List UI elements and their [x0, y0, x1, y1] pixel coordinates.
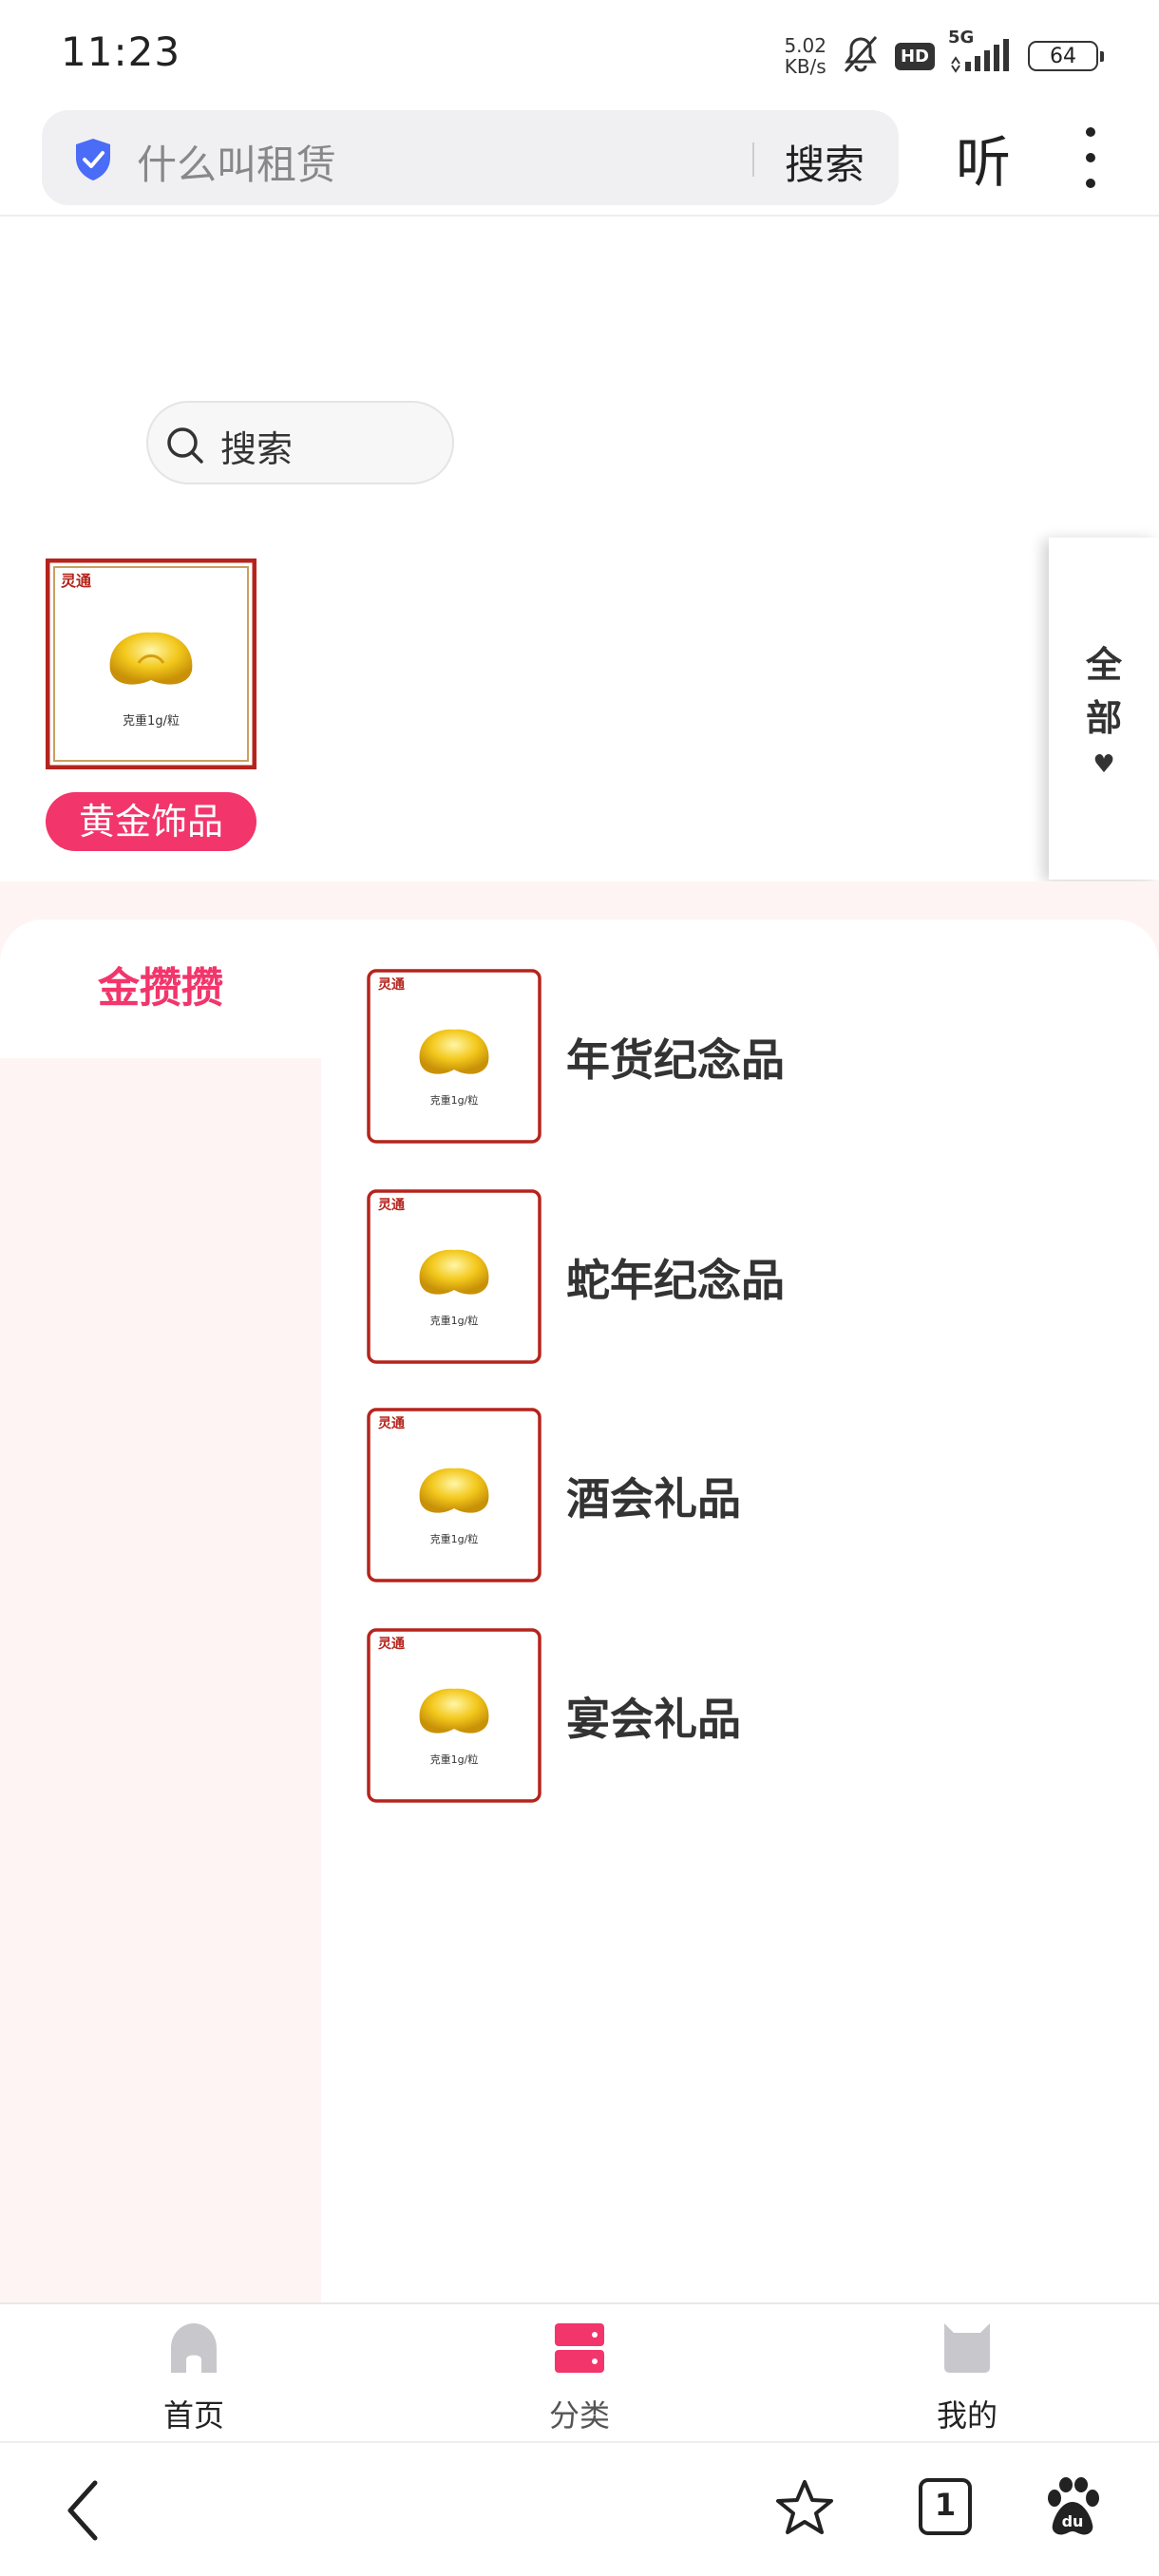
category-icon — [553, 2321, 606, 2375]
shield-icon — [72, 137, 114, 182]
browser-bar: 什么叫租赁 搜索 听 — [0, 106, 1159, 215]
sub-category-caption: 克重1g/粒 — [429, 1753, 479, 1766]
baidu-paw-icon[interactable]: du — [1043, 2477, 1102, 2542]
left-nav-item-active[interactable]: 金攒攒 — [0, 919, 321, 1058]
status-icons: 5.02 KB/s HD 5G 64 — [784, 28, 1104, 80]
net-speed-unit: KB/s — [784, 55, 826, 78]
signal-icon: 5G — [948, 28, 1015, 77]
all-categories-tab[interactable]: 全部 ♥ — [1049, 538, 1159, 880]
tab-profile[interactable]: 我的 — [872, 2304, 1062, 2443]
tab-home-label: 首页 — [162, 2397, 224, 2434]
sub-category-image[interactable]: 灵通 克重1g/粒 — [367, 1628, 542, 1803]
star-icon[interactable] — [773, 2477, 836, 2544]
browser-divider — [0, 215, 1159, 217]
status-bar: 11:23 5.02 KB/s HD 5G 64 — [0, 0, 1159, 104]
sub-category-caption: 克重1g/粒 — [429, 1533, 479, 1545]
search-icon — [167, 427, 203, 464]
tab-count: 1 — [934, 2487, 957, 2523]
sub-category-brand: 灵通 — [378, 1198, 405, 1213]
browser-nav: 1 du — [0, 2441, 1159, 2576]
back-icon[interactable] — [61, 2477, 108, 2548]
tabs-button[interactable]: 1 — [918, 2477, 973, 2540]
top-category-caption: 克重1g/粒 — [123, 714, 180, 729]
status-time: 11:23 — [61, 28, 181, 75]
sub-category-image[interactable]: 灵通 克重1g/粒 — [367, 1189, 542, 1364]
net-speed-value: 5.02 — [784, 34, 826, 57]
all-tab-label: 全部 — [1085, 644, 1122, 739]
net-speed: 5.02 KB/s — [784, 35, 826, 77]
sub-category-item[interactable]: 灵通 克重1g/粒 蛇年纪念品 — [367, 1189, 1089, 1364]
profile-icon — [940, 2321, 994, 2375]
sub-category-item[interactable]: 灵通 克重1g/粒 年货纪念品 — [367, 969, 1089, 1144]
url-divider — [752, 142, 754, 177]
tab-category-label: 分类 — [548, 2397, 610, 2434]
mute-bell-icon — [840, 33, 882, 79]
hd-badge: HD — [894, 42, 935, 70]
sub-category-image[interactable]: 灵通 克重1g/粒 — [367, 1408, 542, 1582]
url-box[interactable]: 什么叫租赁 搜索 — [42, 110, 899, 205]
content-panel: 金攒攒 灵通 克重1g/粒 年货纪念品 灵通 克重1g/粒 蛇年纪念品 灵通 克… — [0, 919, 1159, 2302]
bottom-tab-bar: 首页 分类 我的 — [0, 2302, 1159, 2441]
sub-category-label[interactable]: 宴会礼品 — [566, 1685, 741, 1748]
tab-profile-label: 我的 — [936, 2397, 998, 2434]
tab-category[interactable]: 分类 — [484, 2304, 674, 2443]
left-nav: 金攒攒 — [0, 919, 321, 2302]
url-search-button[interactable]: 搜索 — [785, 133, 864, 191]
heart-icon: ♥ — [1092, 750, 1115, 779]
home-icon — [167, 2321, 220, 2375]
sub-category-item[interactable]: 灵通 克重1g/粒 酒会礼品 — [367, 1408, 1089, 1582]
battery-icon: 64 — [1028, 41, 1104, 71]
network-label: 5G — [948, 28, 975, 47]
svg-text:du: du — [1062, 2512, 1084, 2530]
top-category-image[interactable]: 灵通 克重1g/粒 — [45, 558, 257, 770]
listen-button[interactable]: 听 — [956, 118, 1011, 198]
more-menu-icon[interactable] — [1074, 127, 1108, 194]
page-search-placeholder: 搜索 — [220, 428, 294, 470]
sub-category-caption: 克重1g/粒 — [429, 1315, 479, 1327]
sub-category-item[interactable]: 灵通 克重1g/粒 宴会礼品 — [367, 1628, 1089, 1803]
sub-category-image[interactable]: 灵通 克重1g/粒 — [367, 969, 542, 1144]
battery-level: 64 — [1050, 44, 1076, 68]
top-category-pill[interactable]: 黄金饰品 — [46, 792, 256, 851]
sub-category-label[interactable]: 酒会礼品 — [566, 1465, 741, 1527]
top-category-brand: 灵通 — [61, 572, 92, 590]
page-search-input[interactable]: 搜索 — [146, 401, 454, 484]
sub-category-brand: 灵通 — [378, 977, 405, 993]
sub-category-caption: 克重1g/粒 — [429, 1094, 479, 1107]
tab-home[interactable]: 首页 — [99, 2304, 289, 2443]
sub-category-label[interactable]: 年货纪念品 — [566, 1026, 785, 1089]
sub-category-brand: 灵通 — [378, 1416, 405, 1431]
url-text[interactable]: 什么叫租赁 — [137, 133, 336, 191]
sub-category-label[interactable]: 蛇年纪念品 — [566, 1246, 785, 1309]
sub-category-brand: 灵通 — [378, 1637, 405, 1652]
